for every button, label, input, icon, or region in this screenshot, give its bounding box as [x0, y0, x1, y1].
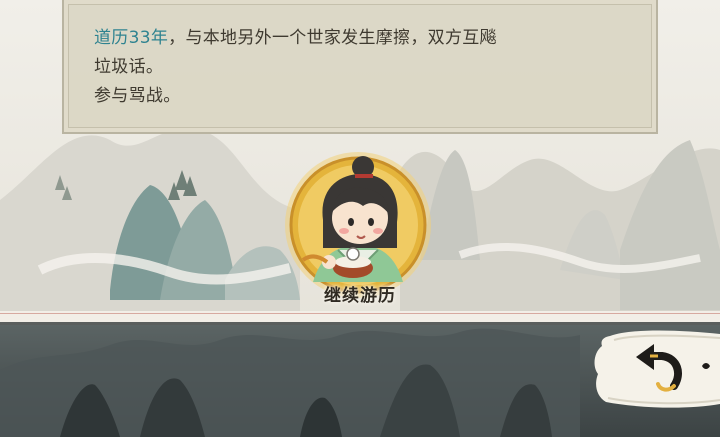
continue-travel-label: 继续游历	[324, 286, 396, 306]
event-log-panel: 道历33年，与本地另外一个世家发生摩擦，双方互飚 垃圾话。 参与骂战。	[62, 0, 658, 134]
event-line-1-text: ，与本地另外一个世家发生摩擦，双方互飚	[168, 28, 497, 48]
panel-corner-ornament	[642, 118, 658, 134]
event-line-3: 参与骂战。	[94, 86, 181, 106]
scene-divider	[0, 311, 720, 325]
event-line-2: 垃圾话。	[94, 57, 164, 77]
continue-travel-button[interactable]: 继续游历	[280, 150, 440, 308]
event-line-1: 道历33年，与本地另外一个世家发生摩擦，双方互飚	[94, 24, 624, 53]
event-year: 道历33年	[94, 28, 169, 48]
event-log-text: 道历33年，与本地另外一个世家发生摩擦，双方互飚 垃圾话。 参与骂战。	[94, 24, 624, 111]
back-arrow-icon[interactable]	[592, 326, 720, 412]
game-scene: 道历33年，与本地另外一个世家发生摩擦，双方互飚 垃圾话。 参与骂战。 继续游历	[0, 0, 720, 437]
panel-corner-ornament	[62, 118, 78, 134]
character-portrait-icon	[285, 152, 431, 298]
